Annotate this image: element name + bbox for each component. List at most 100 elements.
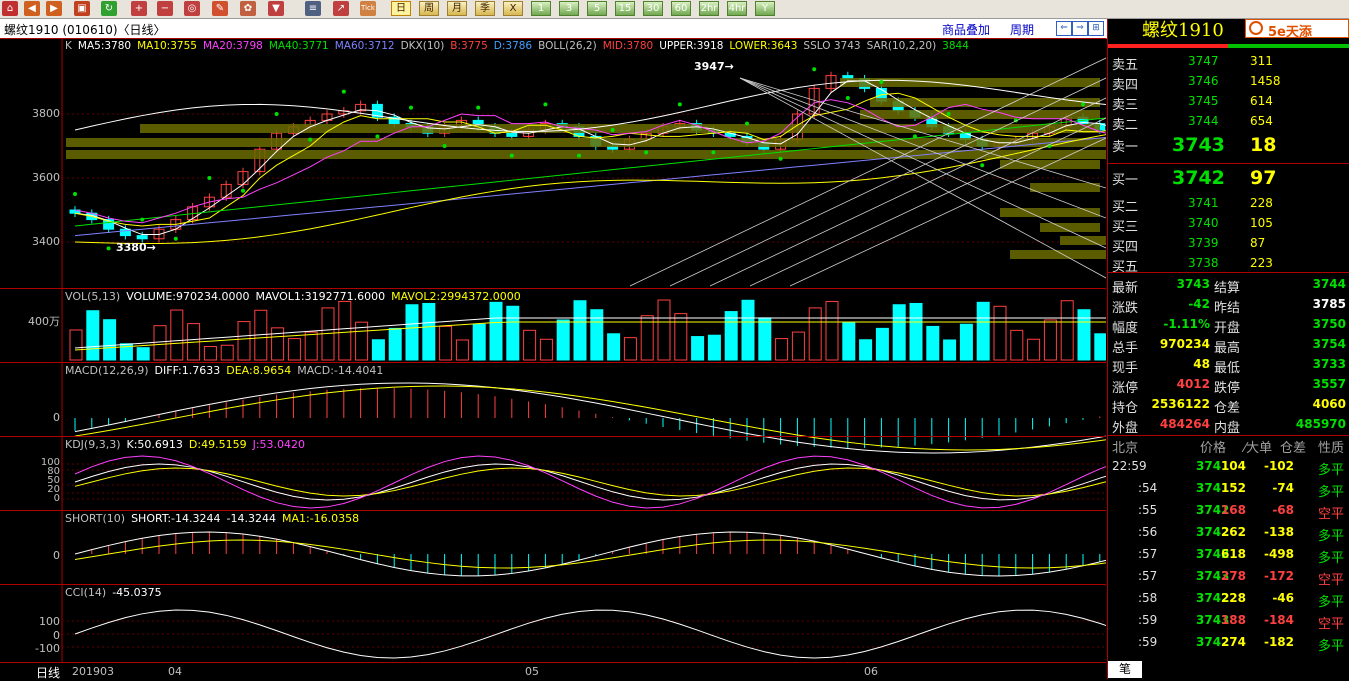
period-button[interactable]: 1 [531,1,551,16]
stat-value: 4012 [1176,377,1210,391]
tick-position: -172 [1263,569,1294,583]
tick-row[interactable]: :59 3742 274 -182 多平 [1108,633,1349,654]
period-button[interactable]: Y [755,1,775,16]
cell: 228 [1250,196,1273,210]
period-button[interactable]: 月 [447,1,467,16]
pen-icon[interactable]: ✎ [212,1,228,16]
stat-row[interactable]: 幅度 -1.11% 开盘 3750 [1108,315,1349,336]
stat-row[interactable]: 最新 3743 结算 3744 [1108,275,1349,296]
tick-icon[interactable]: Tick [360,1,376,16]
cell: 3739 [1188,236,1219,250]
period-button[interactable]: 5 [587,1,607,16]
tick-position: -138 [1263,525,1294,539]
sync-icon[interactable]: ↻ [101,1,117,16]
overlay-link[interactable]: 商品叠加 [942,21,990,38]
stat-row[interactable]: 涨跌 -42 昨结 3785 [1108,295,1349,316]
price-axis-label: 3800 [32,107,60,120]
period-button[interactable]: 2hr [699,1,719,16]
low-annotation: 3380→ [116,241,156,254]
cell: 223 [1250,256,1273,270]
date-axis-label: 201903 [72,665,114,678]
period-button[interactable]: X [503,1,523,16]
tick-row[interactable]: :59 3743 188 -184 空平 [1108,611,1349,632]
ask-level-row[interactable]: 卖二 3744 654 [1108,112,1349,133]
tick-row[interactable]: :58 3742 228 -46 多平 [1108,589,1349,610]
period-link[interactable]: 周期 [1010,21,1034,38]
zoom-in-icon[interactable]: + [131,1,147,16]
bid-level-row[interactable]: 买二 3741 228 [1108,194,1349,215]
stat-row[interactable]: 总手 970234 最高 3754 [1108,335,1349,356]
cell: 311 [1250,54,1273,68]
tab-tick[interactable]: 笔 [1108,661,1142,678]
tick-volume: 168 [1220,503,1246,517]
period-button[interactable]: 季 [475,1,495,16]
stat-row[interactable]: 涨停 4012 跌停 3557 [1108,375,1349,396]
cci-axis-label: 0 [53,629,60,642]
cell: 昨结 [1214,301,1241,316]
tick-row[interactable]: :57 3742 618 -498 多平 [1108,545,1349,566]
cell: 卖四 [1112,78,1139,93]
tick-row[interactable]: 22:59 3741 104 -102 多平 [1108,457,1349,478]
ask-level-row[interactable]: 卖五 3747 311 [1108,52,1349,73]
tick-row[interactable]: :57 3743 278 -172 空平 [1108,567,1349,588]
bid-level-row[interactable]: 买四 3739 87 [1108,234,1349,255]
stat-value: 3743 [1176,277,1210,291]
period-button[interactable]: 日 [391,1,411,16]
tick-header-cell: 北京 [1112,441,1139,456]
period-button[interactable]: 15 [615,1,635,16]
kdj-axis-label: 0 [53,493,60,504]
list-icon[interactable]: ≡ [305,1,321,16]
change-bar-green [1228,44,1349,48]
ask-level-row[interactable]: 卖四 3746 1458 [1108,72,1349,93]
bid-level-row[interactable]: 买一 3742 97 [1108,167,1349,189]
back-icon[interactable]: ◀ [24,1,40,16]
cell: 仓差 [1214,401,1241,416]
chart-icon[interactable]: ↗ [333,1,349,16]
period-button[interactable]: 周 [419,1,439,16]
tick-volume: 262 [1220,525,1246,539]
tick-row[interactable]: :56 3742 262 -138 多平 [1108,523,1349,544]
tick-volume: 274 [1220,635,1246,649]
period-button[interactable]: 4hr [727,1,747,16]
forward-icon[interactable]: ▶ [46,1,62,16]
stat-value: 484264 [1159,417,1210,431]
cell: 最高 [1214,341,1241,356]
stat-row[interactable]: 现手 48 最低 3733 [1108,355,1349,376]
scroll-right-icon[interactable]: ⇒ [1072,21,1088,36]
period-button[interactable]: 3 [559,1,579,16]
scroll-left-icon[interactable]: ⇐ [1056,21,1072,36]
tick-volume: 278 [1220,569,1246,583]
tick-row[interactable]: :54 3741 152 -74 多平 [1108,479,1349,500]
cell: 3747 [1188,54,1219,68]
stat-row[interactable]: 持仓 2536122 仓差 4060 [1108,395,1349,416]
home-icon[interactable]: ⌂ [2,1,18,16]
bid-level-row[interactable]: 买三 3740 105 [1108,214,1349,235]
draw-icon[interactable]: ◎ [184,1,200,16]
brush-icon[interactable]: ✿ [240,1,256,16]
date-axis-label: 06 [864,665,878,678]
tick-time: :54 [1138,481,1158,495]
ask-level-row[interactable]: 卖三 3745 614 [1108,92,1349,113]
cell: 卖三 [1112,98,1139,113]
ask-level-row[interactable]: 卖一 3743 18 [1108,134,1349,156]
stat-row[interactable]: 外盘 484264 内盘 485970 [1108,415,1349,436]
zoom-out-icon[interactable]: − [157,1,173,16]
bid-level-row[interactable]: 买五 3738 223 [1108,254,1349,275]
cell: 多平 [1318,595,1345,610]
date-axis-label: 05 [525,665,539,678]
tick-time: :55 [1138,503,1158,517]
period-button[interactable]: 30 [643,1,663,16]
cell: 买四 [1112,240,1139,255]
refresh-icon[interactable]: ▣ [74,1,90,16]
cell: 654 [1250,114,1273,128]
cell: 现手 [1112,361,1139,376]
period-button[interactable]: 60 [671,1,691,16]
cell: 跌停 [1214,381,1241,396]
expand-icon[interactable]: ⊞ [1088,21,1104,36]
price-axis-label: 3400 [32,235,60,248]
date-axis-bar: 日线 201903 04 05 06 [0,662,1106,680]
stat-value: 3733 [1312,357,1346,371]
cell: 结算 [1214,281,1241,296]
tick-row[interactable]: :55 3742 168 -68 空平 [1108,501,1349,522]
filter-icon[interactable]: ▼ [268,1,284,16]
